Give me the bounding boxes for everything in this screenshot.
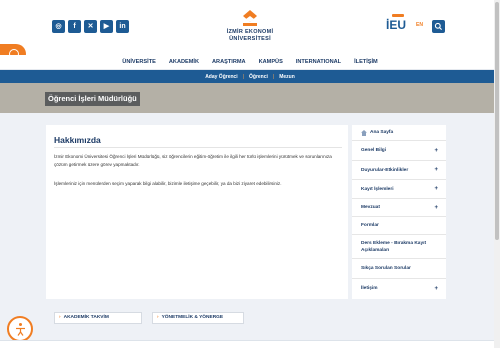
sidebar-item-formlar[interactable]: Formlar bbox=[352, 217, 446, 235]
search-button[interactable] bbox=[432, 20, 445, 33]
logo-text-line2: ÜNİVERSİTESİ bbox=[229, 35, 271, 42]
nav-item-kampus[interactable]: KAMPÜS bbox=[259, 55, 283, 69]
linkedin-icon[interactable]: in bbox=[116, 20, 129, 33]
sidebar-item-label: Kayıt İşlemleri bbox=[361, 187, 394, 192]
footer-strip bbox=[0, 340, 500, 348]
instagram-icon[interactable]: ◎ bbox=[52, 20, 65, 33]
sidebar-item-sss[interactable]: Sıkça Sorulan Sorular bbox=[352, 259, 446, 279]
subnav-ogrenci[interactable]: Öğrenci bbox=[249, 74, 268, 80]
ieu-logo-text: İEU bbox=[386, 18, 407, 32]
university-logo[interactable]: İZMİR EKONOMİ ÜNİVERSİTESİ bbox=[208, 10, 292, 42]
sidebar-item-mevzuat[interactable]: Mevzuat + bbox=[352, 199, 446, 217]
sidebar-item-label: Formlar bbox=[361, 223, 379, 228]
page-scrollbar[interactable] bbox=[494, 0, 500, 348]
youtube-icon[interactable]: ▶ bbox=[100, 20, 113, 33]
chevron-right-icon: › bbox=[157, 315, 159, 320]
sidebar-item-label: Genel Bilgi bbox=[361, 148, 387, 153]
sidebar-item-label: Duyurular-Etkinlikler bbox=[361, 168, 409, 173]
sidebar-item-genel-bilgi[interactable]: Genel Bilgi + bbox=[352, 141, 446, 161]
sidebar-item-kayit-islemleri[interactable]: Kayıt İşlemleri + bbox=[352, 180, 446, 199]
sidebar-item-label: Ders Ekleme - Bırakma Kayıt Açıklamaları bbox=[361, 241, 427, 253]
nav-item-universite[interactable]: ÜNİVERSİTE bbox=[122, 55, 156, 69]
accessibility-button[interactable] bbox=[7, 316, 33, 342]
sidebar-item-iletisim[interactable]: İletişim + bbox=[352, 279, 446, 299]
academic-calendar-label: AKADEMİK TAKVİM bbox=[63, 315, 109, 320]
accessibility-icon bbox=[19, 323, 22, 326]
sidebar-item-ders-ekleme[interactable]: Ders Ekleme - Bırakma Kayıt Açıklamaları bbox=[352, 235, 446, 259]
subnav-separator: | bbox=[242, 73, 245, 80]
social-links: ◎ f ✕ ▶ in bbox=[52, 20, 129, 33]
regulations-label: YÖNETMELİK & YÖNERGE bbox=[161, 315, 224, 320]
academic-calendar-button[interactable]: › AKADEMİK TAKVİM bbox=[54, 312, 142, 324]
sidebar-item-label: İletişim bbox=[361, 286, 378, 291]
sidebar-item-ana-sayfa[interactable]: Ana Sayfa bbox=[352, 125, 446, 141]
facebook-icon[interactable]: f bbox=[68, 20, 81, 33]
info-paragraph: İşlemleriniz için menülerden seçim yapar… bbox=[54, 181, 282, 186]
sidebar-item-label: Ana Sayfa bbox=[370, 130, 394, 135]
intro-paragraph: İzmir Ekonomi Üniversitesi Öğrenci İşler… bbox=[54, 154, 332, 167]
regulations-button[interactable]: › YÖNETMELİK & YÖNERGE bbox=[152, 312, 244, 324]
section-title: Hakkımızda bbox=[54, 135, 101, 145]
plus-icon: + bbox=[434, 205, 438, 211]
nav-item-international[interactable]: INTERNATIONAL bbox=[296, 55, 341, 69]
title-divider bbox=[54, 147, 342, 148]
content-card bbox=[46, 125, 348, 299]
search-icon bbox=[434, 22, 442, 30]
scrollbar-thumb[interactable] bbox=[495, 2, 499, 240]
ieu-logo[interactable]: İEU bbox=[386, 13, 408, 33]
sidebar-item-label: Mevzuat bbox=[361, 205, 380, 210]
chevron-right-icon: › bbox=[59, 315, 61, 320]
plus-icon: + bbox=[434, 186, 438, 192]
language-switch[interactable]: EN bbox=[416, 22, 423, 28]
site-header: ◎ f ✕ ▶ in İZMİR EKONOMİ ÜNİVERSİTESİ İE… bbox=[0, 0, 500, 55]
plus-icon: + bbox=[434, 167, 438, 173]
accessibility-figure-icon bbox=[16, 327, 25, 336]
nav-item-iletisim[interactable]: İLETİŞİM bbox=[354, 55, 378, 69]
home-icon bbox=[361, 130, 367, 136]
nav-item-akademik[interactable]: AKADEMİK bbox=[169, 55, 199, 69]
subnav-separator: | bbox=[272, 73, 275, 80]
audience-nav: Aday Öğrenci | Öğrenci | Mezun bbox=[0, 70, 500, 83]
plus-icon: + bbox=[434, 148, 438, 154]
sidebar-item-label: Sıkça Sorulan Sorular bbox=[361, 266, 411, 271]
plus-icon: + bbox=[434, 286, 438, 292]
main-nav: ÜNİVERSİTE AKADEMİK ARAŞTIRMA KAMPÜS INT… bbox=[0, 55, 500, 70]
logo-mark-icon bbox=[239, 10, 261, 28]
ieu-logo-mark bbox=[392, 14, 404, 17]
nav-item-arastirma[interactable]: ARAŞTIRMA bbox=[212, 55, 246, 69]
sidebar-item-duyurular[interactable]: Duyurular-Etkinlikler + bbox=[352, 161, 446, 180]
page-title: Öğrenci İşleri Müdürlüğü bbox=[45, 92, 140, 106]
subnav-mezun[interactable]: Mezun bbox=[279, 74, 295, 80]
subnav-aday-ogrenci[interactable]: Aday Öğrenci bbox=[205, 74, 238, 80]
x-twitter-icon[interactable]: ✕ bbox=[84, 20, 97, 33]
